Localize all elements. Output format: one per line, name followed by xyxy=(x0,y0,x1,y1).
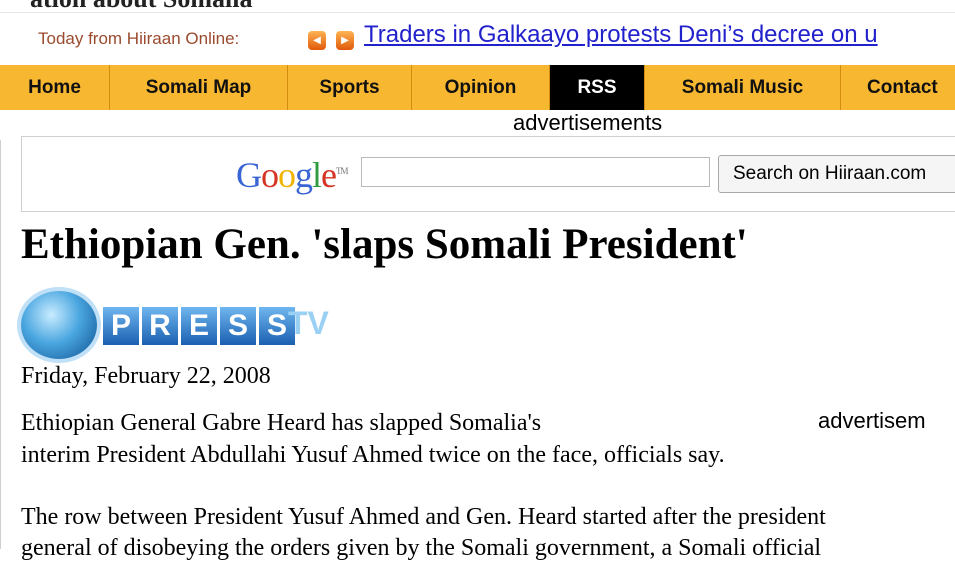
nav-rss[interactable]: RSS xyxy=(550,65,645,110)
press-letter: S xyxy=(220,307,256,345)
ticker-label: Today from Hiiraan Online: xyxy=(38,29,240,48)
header-divider xyxy=(0,12,955,13)
nav-opinion[interactable]: Opinion xyxy=(412,65,550,110)
main-navigation: Home Somali Map Sports Opinion RSS Somal… xyxy=(0,65,955,110)
globe-icon xyxy=(21,291,97,359)
next-arrow-icon[interactable]: ▶ xyxy=(336,31,354,50)
advertisements-side-label: advertisem xyxy=(818,408,926,433)
nav-sports[interactable]: Sports xyxy=(288,65,412,110)
presstv-logo: P R E S S TV xyxy=(21,289,341,361)
search-input[interactable] xyxy=(361,157,710,187)
news-ticker: Today from Hiiraan Online: ◀ ▶ Traders i… xyxy=(0,20,955,56)
press-letter: P xyxy=(103,307,139,345)
nav-somali-music[interactable]: Somali Music xyxy=(645,65,841,110)
left-column-border xyxy=(0,140,1,549)
nav-somali-map[interactable]: Somali Map xyxy=(110,65,288,110)
google-logo: GoogleTM xyxy=(236,155,348,195)
nav-home[interactable]: Home xyxy=(0,65,110,110)
press-letter: R xyxy=(142,307,178,345)
google-trademark: TM xyxy=(336,166,348,176)
press-tv-suffix: TV xyxy=(288,305,329,341)
article-paragraph-line: interim President Abdullahi Yusuf Ahmed … xyxy=(21,442,725,468)
advertisements-label: advertisements xyxy=(513,110,663,135)
article-headline: Ethiopian Gen. 'slaps Somali President' xyxy=(21,221,748,268)
search-button[interactable]: Search on Hiiraan.com xyxy=(718,155,955,193)
article-paragraph-line: Ethiopian General Gabre Heard has slappe… xyxy=(21,410,542,436)
previous-arrow-icon[interactable]: ◀ xyxy=(308,31,326,50)
article-paragraph-line: The row between President Yusuf Ahmed an… xyxy=(21,504,826,530)
article-date: Friday, February 22, 2008 xyxy=(21,363,271,389)
press-letter: E xyxy=(181,307,217,345)
nav-contact[interactable]: Contact xyxy=(841,65,955,110)
ticker-headline-link[interactable]: Traders in Galkaayo protests Deni’s decr… xyxy=(364,21,878,49)
